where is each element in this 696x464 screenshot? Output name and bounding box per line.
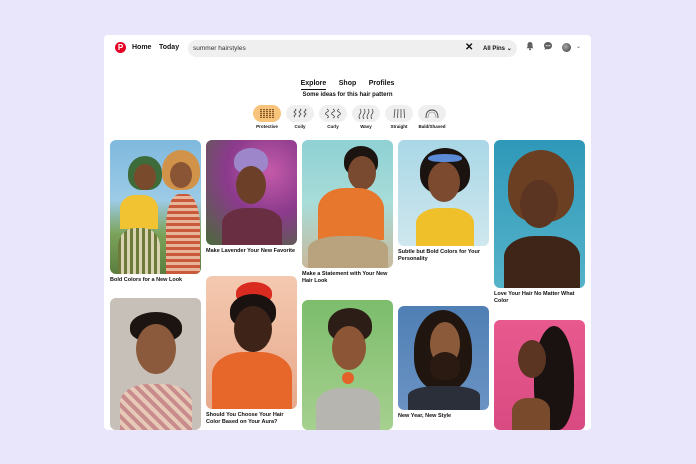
pin-image[interactable]	[206, 276, 297, 409]
pin-image[interactable]	[110, 140, 201, 274]
pin-title[interactable]: Make Lavender Your New Favorite	[206, 248, 297, 255]
top-navigation-bar: P Home Today ✕ All Pins ⌄ ⌄	[104, 35, 591, 63]
chip-pill	[352, 105, 380, 122]
pin-image[interactable]	[398, 306, 489, 410]
face-shape	[518, 340, 546, 378]
pin-title[interactable]: Make a Statement with Your New Hair Look	[302, 271, 393, 285]
pin-card[interactable]	[110, 298, 201, 430]
face-shape	[236, 166, 266, 204]
pin-card[interactable]: Subtle but Bold Colors for Your Personal…	[398, 140, 489, 263]
body-shape	[118, 228, 160, 274]
chip-label: Wavy	[360, 124, 372, 129]
face-shape	[332, 326, 366, 370]
wavy-hair-icon	[358, 108, 374, 119]
app-window: P Home Today ✕ All Pins ⌄ ⌄ Explore Shop…	[104, 35, 591, 430]
pinterest-logo-icon[interactable]: P	[115, 42, 126, 53]
chip-label: Coily	[294, 124, 306, 129]
chip-label: Protective	[256, 124, 278, 129]
body-shape	[222, 208, 282, 245]
bell-icon[interactable]	[525, 41, 535, 51]
pin-image[interactable]	[206, 140, 297, 245]
search-tabs: Explore Shop Profiles	[104, 72, 591, 90]
chip-pill	[253, 105, 281, 122]
hair-pattern-straight[interactable]: Straight	[385, 105, 413, 129]
face-shape	[134, 164, 156, 190]
chip-label: Bald/Shaved	[418, 124, 446, 129]
body-shape	[120, 195, 158, 229]
pin-image[interactable]	[302, 300, 393, 430]
pin-title[interactable]: Bold Colors for a New Look	[110, 277, 201, 284]
nav-home-link[interactable]: Home	[132, 44, 151, 51]
body-shape	[308, 236, 388, 268]
beard-shape	[430, 352, 460, 380]
hair-pattern-wavy[interactable]: Wavy	[352, 105, 380, 129]
hair-pattern-bald-shaved[interactable]: Bald/Shaved	[418, 105, 446, 129]
curly-hair-icon	[325, 108, 341, 119]
pin-card[interactable]: New Year, New Style	[398, 306, 489, 420]
search-input[interactable]	[193, 43, 453, 54]
face-shape	[348, 156, 376, 190]
chip-label: Curly	[327, 124, 339, 129]
chip-label: Straight	[390, 124, 408, 129]
search-bar[interactable]: ✕ All Pins ⌄	[188, 40, 517, 57]
straight-hair-icon	[393, 108, 405, 119]
hair-pattern-heading: Some ideas for this hair pattern	[302, 92, 393, 98]
body-shape	[416, 208, 474, 246]
hair-pattern-curly[interactable]: Curly	[319, 105, 347, 129]
headband-shape	[428, 154, 462, 162]
nav-today-link[interactable]: Today	[159, 44, 179, 51]
body-shape	[318, 188, 384, 240]
body-shape	[408, 386, 480, 410]
pin-title[interactable]: Should You Choose Your Hair Color Based …	[206, 412, 297, 426]
bald-head-icon	[425, 109, 439, 119]
face-shape	[170, 162, 192, 188]
chat-bubble-icon[interactable]	[543, 41, 553, 51]
protective-hair-icon	[260, 109, 274, 118]
face-shape	[520, 180, 558, 228]
chip-pill	[286, 105, 314, 122]
face-shape	[428, 162, 460, 202]
body-shape	[316, 388, 380, 430]
chip-pill	[319, 105, 347, 122]
coily-hair-icon	[293, 108, 307, 118]
chevron-down-icon[interactable]: ⌄	[576, 43, 581, 50]
pin-image[interactable]	[494, 140, 585, 288]
earring-shape	[342, 372, 354, 384]
body-shape	[512, 398, 550, 430]
body-shape	[212, 352, 292, 409]
pin-title[interactable]: Love Your Hair No Matter What Color	[494, 291, 585, 305]
pin-card[interactable]: Should You Choose Your Hair Color Based …	[206, 276, 297, 426]
pin-image[interactable]	[494, 320, 585, 430]
pin-image[interactable]	[110, 298, 201, 430]
hair-pattern-protective[interactable]: Protective	[253, 105, 281, 129]
chevron-down-icon: ⌄	[506, 46, 512, 52]
pin-card[interactable]: Bold Colors for a New Look	[110, 140, 201, 284]
face-shape	[136, 324, 176, 374]
pin-card[interactable]: Make Lavender Your New Favorite	[206, 140, 297, 255]
all-pins-dropdown[interactable]: All Pins ⌄	[483, 45, 512, 52]
hair-pattern-coily[interactable]: Coily	[286, 105, 314, 129]
face-shape	[234, 306, 272, 352]
tab-profiles[interactable]: Profiles	[369, 80, 395, 89]
tab-shop[interactable]: Shop	[339, 80, 357, 89]
body-shape	[504, 236, 580, 288]
chip-pill	[385, 105, 413, 122]
chip-pill	[418, 105, 446, 122]
pin-title[interactable]: New Year, New Style	[398, 413, 489, 420]
pin-card[interactable]: Love Your Hair No Matter What Color	[494, 140, 585, 305]
all-pins-label: All Pins	[483, 46, 506, 52]
body-shape	[166, 194, 200, 274]
pin-card[interactable]	[302, 300, 393, 430]
user-avatar[interactable]	[562, 43, 571, 52]
pin-title[interactable]: Subtle but Bold Colors for Your Personal…	[398, 249, 489, 263]
pin-card[interactable]	[494, 320, 585, 430]
hair-pattern-filters: Protective Coily Curly Wavy Straight Bal…	[253, 105, 446, 133]
pin-image[interactable]	[302, 140, 393, 268]
close-icon[interactable]: ✕	[465, 42, 473, 53]
body-shape	[120, 384, 192, 430]
tab-explore[interactable]: Explore	[300, 80, 327, 90]
pin-image[interactable]	[398, 140, 489, 246]
pin-card[interactable]: Make a Statement with Your New Hair Look	[302, 140, 393, 285]
